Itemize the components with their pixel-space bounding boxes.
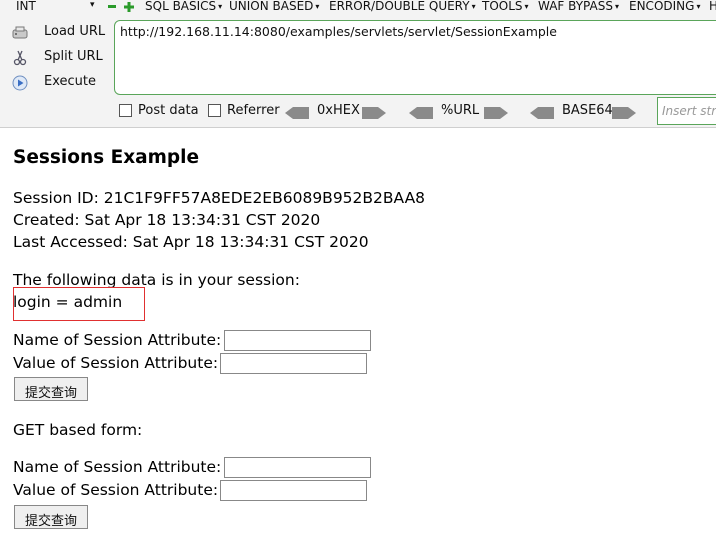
page-title: Sessions Example <box>13 147 200 168</box>
get-submit-button[interactable]: 提交查询 <box>14 505 88 529</box>
get-name-label: Name of Session Attribute: <box>13 458 222 476</box>
dropdown-arrow-icon: ▾ <box>696 2 701 11</box>
menu-error-double-query[interactable]: ERROR/DOUBLE QUERY ▾ <box>329 0 476 13</box>
split-url-button[interactable]: Split URL <box>12 47 112 69</box>
menu-html[interactable]: H <box>709 0 716 13</box>
get-value-input[interactable] <box>220 480 367 501</box>
post-name-label: Name of Session Attribute: <box>13 331 222 349</box>
url-textarea[interactable]: http://192.168.11.14:8080/examples/servl… <box>114 20 716 95</box>
hex-decode-arrow-icon[interactable] <box>285 104 309 123</box>
post-data-checkbox[interactable] <box>119 104 132 117</box>
referrer-label: Referrer <box>227 103 280 118</box>
execute-button[interactable]: Execute <box>12 72 112 94</box>
load-url-button[interactable]: Load URL <box>12 22 112 44</box>
dropdown-arrow-icon: ▾ <box>315 2 320 11</box>
menu-waf-bypass[interactable]: WAF BYPASS ▾ <box>538 0 619 13</box>
url-encode-arrow-icon[interactable] <box>484 104 508 123</box>
post-value-input[interactable] <box>220 353 367 374</box>
menu-encoding[interactable]: ENCODING ▾ <box>629 0 700 13</box>
get-value-label: Value of Session Attribute: <box>13 481 219 499</box>
referrer-checkbox[interactable] <box>208 104 221 117</box>
post-submit-button[interactable]: 提交查询 <box>14 377 88 401</box>
hex-label: 0xHEX <box>317 103 360 118</box>
dropdown-arrow-icon: ▾ <box>524 2 529 11</box>
get-form-heading: GET based form: <box>13 421 143 439</box>
load-url-icon <box>12 25 28 41</box>
decrease-icon[interactable] <box>108 5 116 8</box>
session-last-accessed: Last Accessed: Sat Apr 18 13:34:31 CST 2… <box>13 233 369 251</box>
base64-label: BASE64 <box>562 103 613 118</box>
insert-string-input[interactable]: Insert stri <box>657 97 716 125</box>
play-icon <box>12 75 28 91</box>
hex-encode-arrow-icon[interactable] <box>362 104 386 123</box>
highlight-box <box>13 287 145 321</box>
dropdown-arrow-icon: ▾ <box>471 2 476 11</box>
base64-decode-arrow-icon[interactable] <box>530 104 554 123</box>
session-created: Created: Sat Apr 18 13:34:31 CST 2020 <box>13 211 321 229</box>
session-id: Session ID: 21C1F9FF57A8EDE2EB6089B952B2… <box>13 189 426 207</box>
menu-tools[interactable]: TOOLS ▾ <box>482 0 529 13</box>
menu-sql-basics[interactable]: SQL BASICS ▾ <box>145 0 222 13</box>
post-data-label: Post data <box>138 103 199 118</box>
url-decode-arrow-icon[interactable] <box>409 104 433 123</box>
get-name-input[interactable] <box>224 457 371 478</box>
url-encode-label: %URL <box>441 103 480 118</box>
menu-union-based[interactable]: UNION BASED ▾ <box>229 0 319 13</box>
hackbar-panel: INT ▾ SQL BASICS ▾ UNION BASED ▾ ERROR/DOU… <box>0 0 716 128</box>
dropdown-arrow-icon: ▾ <box>218 2 223 11</box>
menu-int[interactable]: INT <box>16 0 36 13</box>
hackbar-menu: INT ▾ SQL BASICS ▾ UNION BASED ▾ ERROR/DOU… <box>0 0 716 14</box>
dropdown-arrow-icon: ▾ <box>614 2 619 11</box>
increase-icon[interactable] <box>124 1 134 12</box>
int-dropdown-icon[interactable]: ▾ <box>90 0 95 10</box>
scissors-icon <box>12 50 28 66</box>
base64-encode-arrow-icon[interactable] <box>612 104 636 123</box>
post-value-label: Value of Session Attribute: <box>13 354 219 372</box>
post-name-input[interactable] <box>224 330 371 351</box>
